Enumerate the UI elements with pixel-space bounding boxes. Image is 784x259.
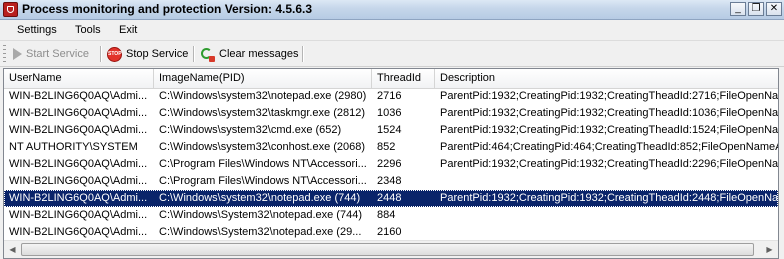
column-header-threadid[interactable]: ThreadId <box>372 69 435 88</box>
cell-description: ParentPid:464;CreatingPid:464;CreatingTh… <box>440 141 779 153</box>
start-service-button[interactable]: Start Service <box>9 44 93 64</box>
table-row[interactable]: WIN-B2LING6Q0AQ\Admi... C:\Windows\system… <box>4 88 778 105</box>
cell-imagename: C:\Windows\system32\notepad.exe (744) <box>159 192 361 204</box>
table-row[interactable]: WIN-B2LING6Q0AQ\Admi... C:\Program Files\… <box>4 173 778 190</box>
shield-icon[interactable] <box>3 2 18 17</box>
table-row[interactable]: WIN-B2LING6Q0AQ\Admi... C:\Windows\system… <box>4 122 778 139</box>
table-row[interactable]: WIN-B2LING6Q0AQ\Admi... C:\Windows\System… <box>4 224 778 241</box>
play-icon <box>13 48 22 60</box>
window-controls: _ ❐ ✕ <box>730 2 782 16</box>
column-header-description[interactable]: Description <box>435 69 778 88</box>
cell-description: ParentPid:1932;CreatingPid:1932;Creating… <box>440 124 779 136</box>
restore-button[interactable]: ❐ <box>748 2 764 16</box>
menu-tools[interactable]: Tools <box>75 24 101 36</box>
cell-username: WIN-B2LING6Q0AQ\Admi... <box>9 226 148 238</box>
cell-threadid: 2296 <box>377 158 402 170</box>
title-bar[interactable]: Process monitoring and protection Versio… <box>0 0 784 20</box>
minimize-button[interactable]: _ <box>730 2 746 16</box>
table-row[interactable]: WIN-B2LING6Q0AQ\Admi... C:\Windows\system… <box>4 105 778 122</box>
list-rows: WIN-B2LING6Q0AQ\Admi... C:\Windows\system… <box>4 88 778 241</box>
cell-threadid: 1036 <box>377 107 402 119</box>
clear-messages-label: Clear messages <box>219 48 299 60</box>
start-service-label: Start Service <box>26 48 89 60</box>
toolbar-grip[interactable] <box>3 45 6 62</box>
cell-username: NT AUTHORITY\SYSTEM <box>9 141 138 153</box>
close-button[interactable]: ✕ <box>766 2 782 16</box>
cell-username: WIN-B2LING6Q0AQ\Admi... <box>9 90 148 102</box>
table-row[interactable]: WIN-B2LING6Q0AQ\Admi... C:\Windows\System… <box>4 207 778 224</box>
cell-description: ParentPid:1932;CreatingPid:1932;Creating… <box>440 107 779 119</box>
scroll-right-arrow-icon[interactable]: ▶ <box>761 241 778 258</box>
cell-username: WIN-B2LING6Q0AQ\Admi... <box>9 192 148 204</box>
stop-service-label: Stop Service <box>126 48 189 60</box>
cell-username: WIN-B2LING6Q0AQ\Admi... <box>9 175 148 187</box>
cell-imagename: C:\Windows\System32\notepad.exe (744) <box>159 209 362 221</box>
toolbar-separator <box>193 46 195 62</box>
menu-settings[interactable]: Settings <box>17 24 57 36</box>
scroll-left-arrow-icon[interactable]: ◀ <box>4 241 21 258</box>
clear-icon <box>200 47 215 62</box>
cell-description <box>435 207 778 224</box>
cell-imagename: C:\Windows\System32\notepad.exe (29... <box>159 226 362 238</box>
cell-threadid: 2716 <box>377 90 402 102</box>
cell-imagename: C:\Windows\system32\cmd.exe (652) <box>159 124 342 136</box>
stop-service-button[interactable]: STOP Stop Service <box>103 44 192 64</box>
cell-username: WIN-B2LING6Q0AQ\Admi... <box>9 107 148 119</box>
horizontal-scrollbar[interactable]: ◀ ▶ <box>4 240 778 258</box>
cell-username: WIN-B2LING6Q0AQ\Admi... <box>9 158 148 170</box>
list-header: UserName ImageName(PID) ThreadId Descrip… <box>4 69 778 89</box>
column-header-imagename[interactable]: ImageName(PID) <box>154 69 372 88</box>
cell-description: ParentPid:1932;CreatingPid:1932;Creating… <box>440 192 779 204</box>
cell-imagename: C:\Program Files\Windows NT\Accessori... <box>159 175 367 187</box>
cell-imagename: C:\Windows\system32\notepad.exe (2980) <box>159 90 367 102</box>
cell-threadid: 1524 <box>377 124 402 136</box>
toolbar-separator <box>100 46 102 62</box>
stop-icon: STOP <box>107 46 122 62</box>
menu-bar: Settings Tools Exit <box>0 20 784 41</box>
cell-threadid: 884 <box>377 209 396 221</box>
table-row[interactable]: WIN-B2LING6Q0AQ\Admi... C:\Program Files\… <box>4 156 778 173</box>
toolbar: Start Service STOP Stop Service Clear me… <box>0 41 784 67</box>
table-row[interactable]: NT AUTHORITY\SYSTEM C:\Windows\system32\c… <box>4 139 778 156</box>
cell-description <box>435 224 778 241</box>
cell-username: WIN-B2LING6Q0AQ\Admi... <box>9 124 148 136</box>
toolbar-separator <box>302 46 304 62</box>
table-row[interactable]: WIN-B2LING6Q0AQ\Admi... C:\Windows\system… <box>4 190 778 207</box>
cell-description: ParentPid:1932;CreatingPid:1932;Creating… <box>440 90 779 102</box>
cell-username: WIN-B2LING6Q0AQ\Admi... <box>9 209 148 221</box>
cell-threadid: 2348 <box>377 175 402 187</box>
scrollbar-thumb[interactable] <box>21 243 754 256</box>
menu-exit[interactable]: Exit <box>119 24 137 36</box>
cell-imagename: C:\Windows\system32\conhost.exe (2068) <box>159 141 366 153</box>
cell-imagename: C:\Program Files\Windows NT\Accessori... <box>159 158 367 170</box>
cell-imagename: C:\Windows\system32\taskmgr.exe (2812) <box>159 107 366 119</box>
cell-description <box>435 173 778 190</box>
column-header-username[interactable]: UserName <box>4 69 154 88</box>
clear-messages-button[interactable]: Clear messages <box>196 44 302 64</box>
cell-threadid: 2160 <box>377 226 402 238</box>
cell-description: ParentPid:1932;CreatingPid:1932;Creating… <box>440 158 779 170</box>
window-title: Process monitoring and protection Versio… <box>22 2 313 16</box>
cell-threadid: 2448 <box>377 192 402 204</box>
cell-threadid: 852 <box>377 141 396 153</box>
process-list[interactable]: UserName ImageName(PID) ThreadId Descrip… <box>3 68 779 259</box>
